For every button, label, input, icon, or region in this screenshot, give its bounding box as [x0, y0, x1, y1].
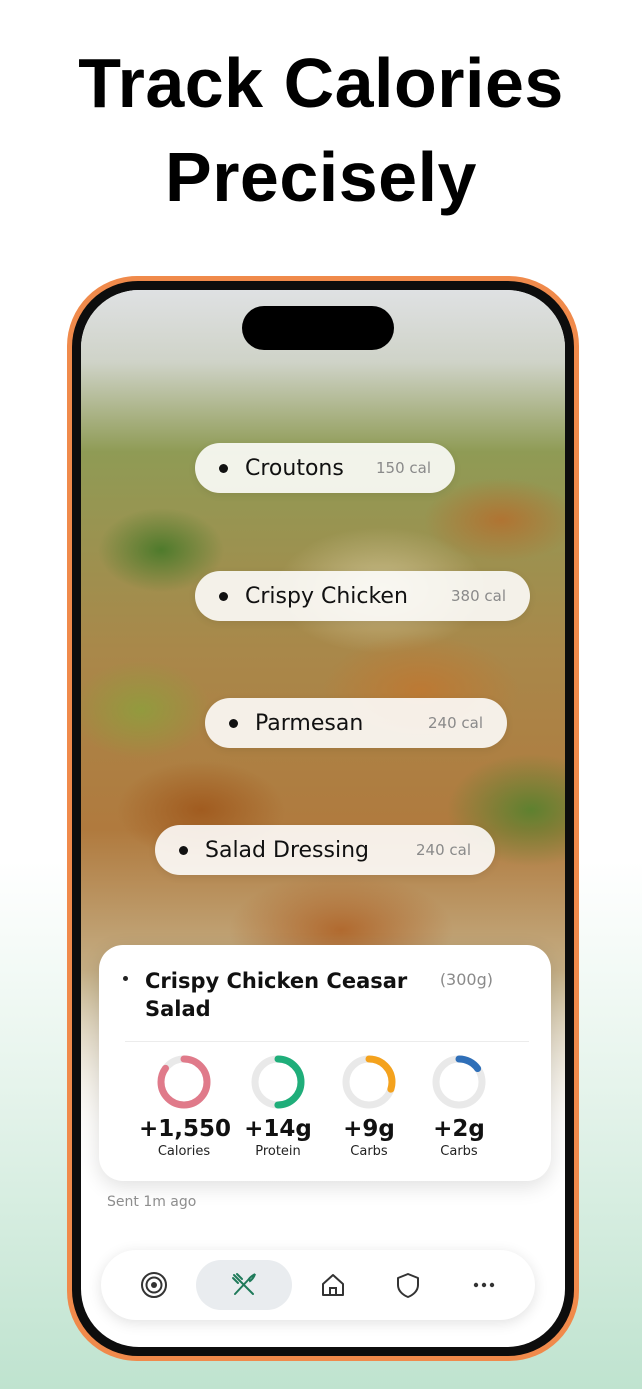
tab-home[interactable]: [308, 1260, 358, 1310]
bullet-icon: [123, 976, 128, 981]
ingredient-pill-crispy-chicken[interactable]: Crispy Chicken 380 cal: [195, 571, 530, 621]
headline-line-2: Precisely: [165, 138, 477, 216]
headline-line-1: Track Calories: [78, 44, 564, 122]
ingredient-name: Parmesan: [255, 710, 364, 736]
headline: Track Calories Precisely: [0, 36, 642, 224]
macro-label: Calories: [157, 1144, 211, 1159]
ingredient-name: Salad Dressing: [205, 837, 369, 863]
macro-carbs-2: +2g Carbs: [414, 1054, 504, 1159]
tab-shield[interactable]: [383, 1260, 433, 1310]
phone-frame: Croutons 150 cal Crispy Chicken 380 cal …: [67, 276, 579, 1361]
macro-label: Carbs: [350, 1144, 388, 1159]
meal-title: Crispy Chicken Ceasar Salad: [145, 969, 408, 1021]
macro-value: +14g: [244, 1116, 312, 1142]
ingredient-pill-parmesan[interactable]: Parmesan 240 cal: [205, 698, 507, 748]
bottom-tab-bar: [101, 1250, 535, 1320]
meal-summary-card[interactable]: Crispy Chicken Ceasar Salad (300g) +1,55…: [99, 945, 551, 1181]
meal-weight: (300g): [439, 970, 493, 989]
divider: [125, 1041, 529, 1042]
ingredient-pill-salad-dressing[interactable]: Salad Dressing 240 cal: [155, 825, 495, 875]
phone-screen: Croutons 150 cal Crispy Chicken 380 cal …: [81, 290, 565, 1347]
dynamic-island: [242, 306, 394, 350]
macro-carbs: +9g Carbs: [324, 1054, 414, 1159]
more-dots-icon: [473, 1282, 495, 1288]
progress-ring-icon: [432, 1055, 486, 1109]
macro-value: +9g: [343, 1116, 395, 1142]
macro-label: Protein: [255, 1144, 301, 1159]
home-icon: [322, 1274, 344, 1296]
phone-bezel: Croutons 150 cal Crispy Chicken 380 cal …: [72, 281, 574, 1356]
tab-food-log[interactable]: [196, 1260, 292, 1310]
ingredient-name: Croutons: [245, 455, 344, 481]
target-icon: [141, 1272, 167, 1298]
ingredient-calories: 380 cal: [450, 587, 506, 605]
macro-value: +1,550: [139, 1116, 232, 1142]
macro-protein: +14g Protein: [233, 1054, 323, 1159]
macro-calories: +1,550 Calories: [139, 1054, 232, 1159]
progress-ring-icon: [251, 1055, 305, 1109]
fork-knife-icon: [232, 1273, 256, 1295]
ingredient-calories: 240 cal: [415, 841, 471, 859]
ingredient-name: Crispy Chicken: [245, 583, 408, 609]
sent-timestamp: Sent 1m ago: [107, 1194, 197, 1210]
shield-icon: [397, 1273, 419, 1298]
ingredient-pill-croutons[interactable]: Croutons 150 cal: [195, 443, 455, 493]
ingredient-calories: 240 cal: [427, 714, 483, 732]
macro-value: +2g: [433, 1116, 485, 1142]
progress-ring-icon: [157, 1055, 211, 1109]
bullet-icon: [229, 718, 238, 728]
macro-label: Carbs: [440, 1144, 478, 1159]
tab-goals[interactable]: [129, 1260, 179, 1310]
ingredient-calories: 150 cal: [375, 459, 431, 477]
progress-ring-icon: [342, 1055, 396, 1109]
bullet-icon: [179, 845, 188, 855]
bullet-icon: [219, 463, 228, 473]
tab-more[interactable]: [459, 1260, 509, 1310]
bullet-icon: [219, 591, 228, 601]
